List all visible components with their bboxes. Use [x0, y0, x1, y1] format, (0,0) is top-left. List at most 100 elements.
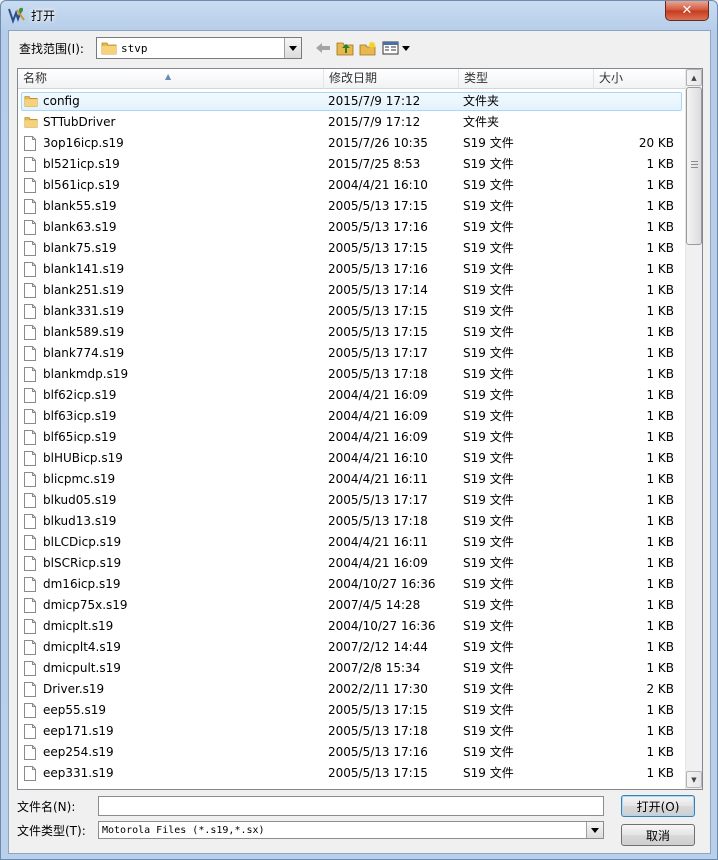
file-row[interactable]: eep331.s19 2005/5/13 17:15 S19 文件 1 KB: [18, 763, 686, 784]
file-row[interactable]: blank774.s19 2005/5/13 17:17 S19 文件 1 KB: [18, 343, 686, 364]
file-row[interactable]: blank55.s19 2005/5/13 17:15 S19 文件 1 KB: [18, 196, 686, 217]
title-bar[interactable]: 打开 ✕: [1, 1, 717, 29]
file-row[interactable]: blank331.s19 2005/5/13 17:15 S19 文件 1 KB: [18, 301, 686, 322]
cancel-button[interactable]: 取消: [621, 824, 695, 846]
file-rows: config 2015/7/9 17:12 文件夹 STTubDriver 2015/7…: [18, 91, 686, 784]
file-size: 1 KB: [646, 451, 674, 465]
file-list[interactable]: ▲ 名称 修改日期 类型 大小 config 2015/7/9 17:12 文件夹 S…: [17, 68, 703, 790]
file-row[interactable]: blf63icp.s19 2004/4/21 16:09 S19 文件 1 KB: [18, 406, 686, 427]
file-date: 2004/4/21 16:10: [328, 451, 428, 465]
file-row[interactable]: eep171.s19 2005/5/13 17:18 S19 文件 1 KB: [18, 721, 686, 742]
file-row[interactable]: blkud05.s19 2005/5/13 17:17 S19 文件 1 KB: [18, 490, 686, 511]
scroll-up-button[interactable]: ▲: [686, 69, 702, 86]
scroll-down-button[interactable]: ▼: [686, 771, 702, 788]
file-row[interactable]: blf62icp.s19 2004/4/21 16:09 S19 文件 1 KB: [18, 385, 686, 406]
file-row[interactable]: blkud13.s19 2005/5/13 17:18 S19 文件 1 KB: [18, 511, 686, 532]
thumb-grip: [691, 161, 698, 162]
filetype-combo[interactable]: Motorola Files (*.s19,*.sx): [98, 821, 604, 839]
file-icon: [24, 136, 38, 152]
file-row[interactable]: eep254.s19 2005/5/13 17:16 S19 文件 1 KB: [18, 742, 686, 763]
scroll-down-icon: ▼: [691, 775, 697, 784]
file-row[interactable]: 3op16icp.s19 2015/7/26 10:35 S19 文件 20 KB: [18, 133, 686, 154]
folder-row[interactable]: STTubDriver 2015/7/9 17:12 文件夹: [18, 112, 686, 133]
column-header-size[interactable]: 大小: [594, 69, 686, 89]
folder-row[interactable]: config 2015/7/9 17:12 文件夹: [18, 91, 686, 112]
file-icon: [24, 220, 38, 236]
file-size: 1 KB: [646, 556, 674, 570]
file-size: 1 KB: [646, 241, 674, 255]
close-button[interactable]: ✕: [665, 1, 709, 21]
open-button[interactable]: 打开(O): [621, 795, 695, 817]
file-name: blank251.s19: [43, 283, 125, 297]
file-name: eep55.s19: [43, 703, 106, 717]
file-name: blank141.s19: [43, 262, 125, 276]
column-header-name[interactable]: ▲ 名称: [18, 69, 324, 89]
file-row[interactable]: blHUBicp.s19 2004/4/21 16:10 S19 文件 1 KB: [18, 448, 686, 469]
file-row[interactable]: dmicplt4.s19 2007/2/12 14:44 S19 文件 1 KB: [18, 637, 686, 658]
file-row[interactable]: dm16icp.s19 2004/10/27 16:36 S19 文件 1 KB: [18, 574, 686, 595]
file-row[interactable]: blankmdp.s19 2005/5/13 17:18 S19 文件 1 KB: [18, 364, 686, 385]
file-icon: [24, 325, 38, 341]
file-size: 1 KB: [646, 577, 674, 591]
column-header-type[interactable]: 类型: [459, 69, 594, 89]
file-row[interactable]: dmicpult.s19 2007/2/8 15:34 S19 文件 1 KB: [18, 658, 686, 679]
view-menu-button[interactable]: [381, 38, 413, 58]
file-row[interactable]: bl561icp.s19 2004/4/21 16:10 S19 文件 1 KB: [18, 175, 686, 196]
file-date: 2005/5/13 17:17: [328, 493, 428, 507]
filename-input[interactable]: [98, 796, 604, 816]
file-icon: [24, 199, 38, 215]
file-type: S19 文件: [463, 514, 514, 528]
file-row[interactable]: blSCRicp.s19 2004/4/21 16:09 S19 文件 1 KB: [18, 553, 686, 574]
file-name: blankmdp.s19: [43, 367, 129, 381]
folder-icon: [24, 94, 38, 110]
file-icon: [24, 262, 38, 278]
file-icon: [24, 409, 38, 425]
column-header-date[interactable]: 修改日期: [324, 69, 459, 89]
file-row[interactable]: blank251.s19 2005/5/13 17:14 S19 文件 1 KB: [18, 280, 686, 301]
file-type: S19 文件: [463, 241, 514, 255]
file-row[interactable]: blank589.s19 2005/5/13 17:15 S19 文件 1 KB: [18, 322, 686, 343]
file-icon: [24, 493, 38, 509]
file-date: 2005/5/13 17:14: [328, 283, 428, 297]
file-size: 1 KB: [646, 178, 674, 192]
file-row[interactable]: dmicplt.s19 2004/10/27 16:36 S19 文件 1 KB: [18, 616, 686, 637]
file-name: blf63icp.s19: [43, 409, 117, 423]
file-row[interactable]: blank141.s19 2005/5/13 17:16 S19 文件 1 KB: [18, 259, 686, 280]
file-type: S19 文件: [463, 682, 514, 696]
filetype-dropdown-button[interactable]: [586, 822, 603, 838]
file-icon: [24, 388, 38, 404]
file-row[interactable]: blicpmc.s19 2004/4/21 16:11 S19 文件 1 KB: [18, 469, 686, 490]
file-size: 1 KB: [646, 157, 674, 171]
file-row[interactable]: dmicp75x.s19 2007/4/5 14:28 S19 文件 1 KB: [18, 595, 686, 616]
file-name: blSCRicp.s19: [43, 556, 122, 570]
file-type: S19 文件: [463, 430, 514, 444]
vertical-scrollbar[interactable]: ▲ ▼: [685, 69, 702, 789]
file-row[interactable]: blf65icp.s19 2004/4/21 16:09 S19 文件 1 KB: [18, 427, 686, 448]
file-row[interactable]: Driver.s19 2002/2/11 17:30 S19 文件 2 KB: [18, 679, 686, 700]
file-name: blkud13.s19: [43, 514, 117, 528]
look-in-dropdown-button[interactable]: [284, 38, 301, 58]
look-in-combo[interactable]: stvp: [96, 37, 302, 59]
file-name: blank774.s19: [43, 346, 125, 360]
new-folder-button[interactable]: [357, 38, 379, 58]
file-row[interactable]: blLCDicp.s19 2004/4/21 16:11 S19 文件 1 KB: [18, 532, 686, 553]
scroll-thumb[interactable]: [686, 87, 702, 245]
file-size: 1 KB: [646, 724, 674, 738]
file-date: 2007/2/12 14:44: [328, 640, 428, 654]
file-row[interactable]: bl521icp.s19 2015/7/25 8:53 S19 文件 1 KB: [18, 154, 686, 175]
file-row[interactable]: blank63.s19 2005/5/13 17:16 S19 文件 1 KB: [18, 217, 686, 238]
file-name: blank55.s19: [43, 199, 117, 213]
file-size: 2 KB: [646, 682, 674, 696]
file-row[interactable]: eep55.s19 2005/5/13 17:15 S19 文件 1 KB: [18, 700, 686, 721]
file-type: S19 文件: [463, 136, 514, 150]
file-row[interactable]: blank75.s19 2005/5/13 17:15 S19 文件 1 KB: [18, 238, 686, 259]
file-type: S19 文件: [463, 346, 514, 360]
file-icon: [24, 724, 38, 740]
back-button[interactable]: [312, 38, 334, 58]
file-type: S19 文件: [463, 472, 514, 486]
file-type: S19 文件: [463, 409, 514, 423]
file-name: STTubDriver: [43, 115, 116, 129]
file-name: 3op16icp.s19: [43, 136, 124, 150]
file-name: bl521icp.s19: [43, 157, 120, 171]
up-folder-button[interactable]: [334, 38, 356, 58]
